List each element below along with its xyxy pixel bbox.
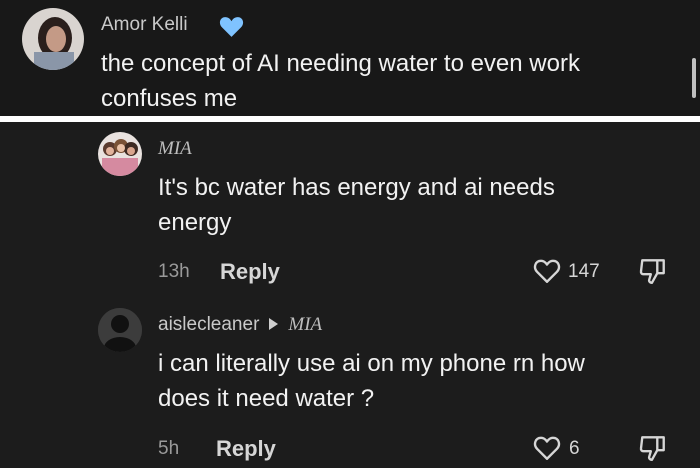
replies-panel: MIA It's bc water has energy and ai need… bbox=[0, 122, 700, 468]
thumbs-down-icon[interactable] bbox=[638, 433, 668, 463]
reply-text: i can literally use ai on my phone rn ho… bbox=[158, 346, 585, 416]
reply-text-line-1: It's bc water has energy and ai needs bbox=[158, 174, 555, 201]
avatar-aislecleaner[interactable] bbox=[98, 308, 142, 352]
reply-author[interactable]: MIA bbox=[158, 138, 192, 160]
reply-text-line-1: i can literally use ai on my phone rn ho… bbox=[158, 350, 585, 377]
thumbs-down-icon[interactable] bbox=[638, 256, 668, 286]
comment-text: the concept of AI needing water to even … bbox=[101, 46, 580, 116]
heart-outline-icon[interactable] bbox=[533, 258, 561, 284]
top-comment: Amor Kelli the concept of AI needing wat… bbox=[0, 0, 700, 116]
comment-text-line-1: the concept of AI needing water to even … bbox=[101, 50, 580, 77]
reply-timestamp: 5h bbox=[158, 438, 180, 459]
heart-outline-icon[interactable] bbox=[533, 435, 561, 461]
author-name[interactable]: Amor Kelli bbox=[101, 14, 188, 35]
avatar-mia[interactable] bbox=[98, 132, 142, 176]
blue-heart-icon bbox=[219, 17, 244, 37]
reply-to-user[interactable]: MIA bbox=[288, 314, 322, 335]
like-count: 147 bbox=[568, 261, 600, 282]
reply-author-line: aislecleaner MIA bbox=[158, 314, 322, 336]
reply-to-arrow-icon bbox=[269, 318, 279, 331]
reply-timestamp: 13h bbox=[158, 261, 190, 282]
reply-button[interactable]: Reply bbox=[216, 436, 276, 462]
scrollbar[interactable] bbox=[692, 58, 696, 98]
reply-text-line-2: does it need water ? bbox=[158, 385, 375, 412]
reply-button[interactable]: Reply bbox=[220, 259, 280, 285]
comment-author[interactable]: Amor Kelli bbox=[101, 14, 244, 37]
reply-text-line-2: energy bbox=[158, 209, 232, 236]
avatar-amor-kelli[interactable] bbox=[22, 8, 84, 70]
comment-text-line-2: confuses me bbox=[101, 85, 238, 112]
like-count: 6 bbox=[569, 438, 580, 459]
reply-author[interactable]: aislecleaner bbox=[158, 314, 259, 335]
reply-text: It's bc water has energy and ai needs en… bbox=[158, 170, 555, 240]
